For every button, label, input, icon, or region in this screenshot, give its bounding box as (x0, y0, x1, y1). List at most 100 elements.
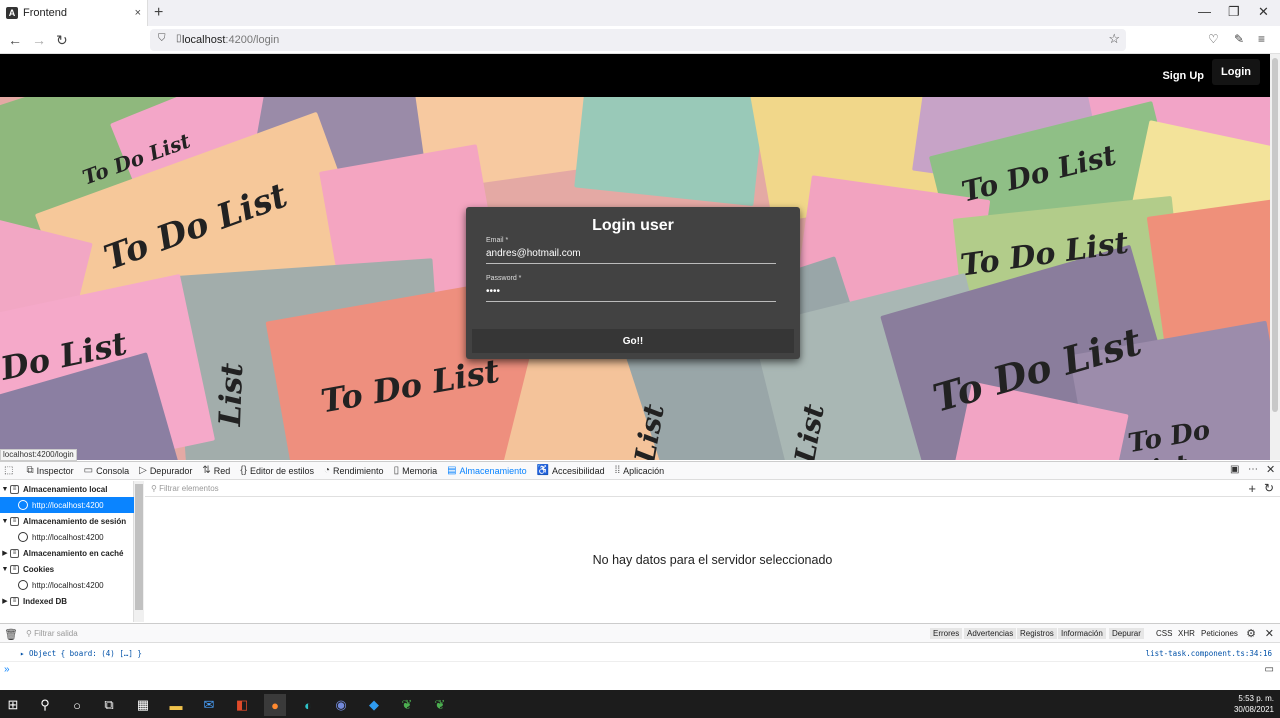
console-icon: ▭ (83, 465, 94, 476)
console-close-icon[interactable]: ✕ (1265, 627, 1274, 640)
login-title: Login user (592, 217, 674, 234)
bookmark-star-icon[interactable]: ☆ (1108, 31, 1120, 47)
minimize-icon[interactable]: — (1198, 4, 1211, 19)
css-toggle[interactable]: CSS (1156, 629, 1172, 638)
tree-group-indexeddb[interactable]: ▶ ≡ Indexed DB (0, 593, 134, 609)
tree-label: Almacenamiento de sesión (23, 516, 127, 526)
mongodb-icon[interactable]: ❦ (396, 694, 418, 716)
requests-toggle[interactable]: Peticiones (1201, 629, 1238, 638)
tab-accessibility[interactable]: ♿ Accesibilidad (537, 465, 605, 476)
discord-icon[interactable]: ◉ (330, 694, 352, 716)
forward-icon[interactable]: → (32, 32, 46, 48)
close-tab-icon[interactable]: × (135, 7, 141, 19)
window-close-icon[interactable]: ✕ (1258, 4, 1269, 20)
storage-tree: ▼ ≡ Almacenamiento local http://localhost:… (0, 481, 134, 622)
menu-icon[interactable]: ≡ (1258, 32, 1265, 46)
edge-icon[interactable]: ◐ (297, 694, 319, 716)
chevron-down-icon[interactable]: ▼ (0, 486, 10, 493)
eyedropper-icon[interactable]: ✎ (1234, 32, 1244, 46)
level-info-button[interactable]: Información (1058, 628, 1106, 639)
performance-icon: ◔ (323, 465, 331, 476)
windows-start-icon[interactable]: ⊞ (2, 694, 24, 716)
file-explorer-icon[interactable]: ▬ (165, 694, 187, 716)
cortana-icon[interactable]: ○ (66, 694, 88, 716)
new-tab-button[interactable]: + (154, 4, 163, 22)
store-icon[interactable]: ▦ (132, 694, 154, 716)
console-filter-input[interactable]: ⚲ Filtrar salida (26, 629, 78, 638)
database-icon: ≡ (10, 516, 19, 526)
chevron-down-icon[interactable]: ▼ (0, 566, 10, 573)
password-field[interactable]: •••• (486, 286, 500, 297)
sticky-note (574, 97, 766, 207)
task-view-icon[interactable]: ⧉ (98, 694, 120, 716)
chevron-right-icon[interactable]: ▶ (0, 597, 10, 605)
reload-icon[interactable]: ↻ (56, 32, 68, 49)
signup-link[interactable]: Sign Up (1162, 64, 1204, 88)
email-field[interactable]: andres@hotmail.com (486, 248, 581, 259)
tree-item-localhost[interactable]: http://localhost:4200 (0, 497, 134, 513)
mail-icon[interactable]: ✉ (198, 694, 220, 716)
tree-group-cache-storage[interactable]: ▶ ≡ Almacenamiento en caché (0, 545, 134, 561)
level-logs-button[interactable]: Registros (1017, 628, 1057, 639)
filter-input[interactable]: ⚲ Filtrar elementos (151, 484, 219, 493)
dock-icon[interactable]: ▣ (1230, 464, 1239, 475)
tab-performance[interactable]: ◔ Rendimiento (324, 465, 384, 476)
pick-element-icon[interactable]: ⬚ (4, 465, 16, 476)
tab-label: Depurador (149, 465, 193, 476)
email-underline (486, 263, 776, 264)
restore-icon[interactable]: ❐ (1228, 4, 1240, 20)
tree-group-local-storage[interactable]: ▼ ≡ Almacenamiento local (0, 481, 134, 497)
level-debug-button[interactable]: Depurar (1109, 628, 1144, 639)
trash-icon[interactable]: 🗑 (4, 628, 18, 641)
tab-network[interactable]: ⇅ Red (202, 465, 230, 476)
chevron-down-icon[interactable]: ▼ (0, 518, 10, 525)
tab-style-editor[interactable]: {} Editor de estilos (240, 465, 314, 476)
tree-item-localhost[interactable]: http://localhost:4200 (0, 529, 134, 545)
tab-application[interactable]: ⁞⁞ Aplicación (615, 465, 665, 476)
console-log-row[interactable]: ▸ Object { board: (4) […] } list-task.co… (0, 644, 1280, 662)
editor-mode-icon[interactable]: ▭ (1265, 664, 1274, 675)
refresh-icon[interactable]: ↻ (1264, 481, 1274, 495)
level-errors-button[interactable]: Errores (930, 628, 963, 639)
tab-storage[interactable]: ▤ Almacenamiento (447, 465, 527, 476)
devtools-close-icon[interactable]: ✕ (1266, 463, 1275, 476)
submit-button[interactable]: Go!! (472, 329, 794, 353)
clock-date: 30/08/2021 (1233, 705, 1274, 714)
tree-item-localhost[interactable]: http://localhost:4200 (0, 577, 134, 593)
chevron-right-icon[interactable]: ▶ (0, 549, 10, 557)
globe-icon (18, 500, 28, 510)
url-bar[interactable]: ⛉ ▯ localhost:4200/login ☆ (150, 29, 1126, 51)
mongodb-compass-icon[interactable]: ❦ (429, 694, 451, 716)
tab-console[interactable]: ▭ Consola (84, 465, 129, 476)
tab-memory[interactable]: ▯ Memoria (394, 465, 438, 476)
firefox-icon[interactable]: ● (264, 694, 286, 716)
shield-icon[interactable]: ⛉ (158, 33, 166, 44)
office-icon[interactable]: ◧ (231, 694, 253, 716)
log-message[interactable]: ▸ Object { board: (4) […] } (20, 649, 142, 658)
login-nav-button[interactable]: Login (1212, 59, 1260, 85)
back-icon[interactable]: ← (8, 32, 22, 48)
angular-icon: A (6, 7, 18, 19)
add-item-icon[interactable]: + (1248, 481, 1256, 496)
background-image: To Do List To Do List To Do List To Do L… (0, 97, 1270, 460)
tree-group-cookies[interactable]: ▼ ≡ Cookies (0, 561, 134, 577)
tab-inspector[interactable]: ⧉ Inspector (26, 465, 73, 476)
level-warnings-button[interactable]: Advertencias (964, 628, 1017, 639)
tree-group-session-storage[interactable]: ▼ ≡ Almacenamiento de sesión (0, 513, 134, 529)
pocket-icon[interactable]: ♡ (1208, 32, 1219, 46)
vscode-icon[interactable]: ◆ (363, 694, 385, 716)
devtools-menu-icon[interactable]: ⋯ (1248, 464, 1258, 475)
tree-scrollbar-thumb[interactable] (135, 484, 143, 610)
tab-debugger[interactable]: ▷ Depurador (139, 465, 192, 476)
password-underline (486, 301, 776, 302)
gear-icon[interactable]: ⚙ (1246, 627, 1256, 640)
search-icon[interactable]: ⚲ (34, 694, 56, 716)
xhr-toggle[interactable]: XHR (1178, 629, 1195, 638)
accessibility-icon: ♿ (536, 465, 550, 476)
log-source-link[interactable]: list-task.component.ts:34:16 (1146, 649, 1272, 658)
system-clock[interactable]: 5:53 p. m. 30/08/2021 (1234, 693, 1274, 715)
url-path: :4200/login (225, 34, 280, 46)
browser-tab[interactable]: A Frontend × (0, 0, 148, 26)
console-prompt[interactable]: » (4, 664, 10, 675)
page-scrollbar-thumb[interactable] (1272, 58, 1278, 412)
